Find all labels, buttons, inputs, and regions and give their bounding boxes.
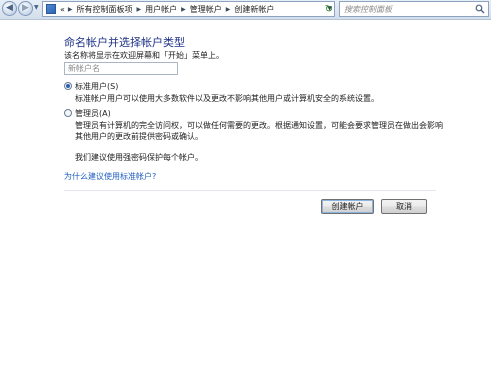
create-account-button[interactable]: 创建帐户 [321,199,374,214]
breadcrumb-manage-accounts[interactable]: 管理帐户 [190,4,222,15]
administrator-description-line2: 其他用户的更改前提供密码或确认。 [75,132,203,141]
chevron-right-icon[interactable]: ▶ [137,6,142,13]
standard-user-radio[interactable] [64,82,72,90]
breadcrumb-all-control-panel-items[interactable]: 所有控制面板项 [77,4,133,15]
chevron-right-icon: ▶ [67,6,73,13]
refresh-button[interactable]: ↻ [322,1,336,17]
back-arrow-icon: ◀ [6,3,13,13]
name-hint-text: 该名称将显示在欢迎屏幕和「开始」菜单上。 [64,51,224,60]
breadcrumb-overflow[interactable]: « [60,5,65,14]
forward-button[interactable]: ▶ [18,1,33,16]
search-icon[interactable] [475,4,485,14]
chevron-right-icon[interactable]: ▶ [181,6,186,13]
forward-arrow-icon: ▶ [22,3,29,13]
breadcrumb: « ▶ 所有控制面板项 ▶ 用户帐户 ▶ 管理帐户 ▶ 创建新帐户 [60,4,274,15]
why-standard-account-link[interactable]: 为什么建议使用标准帐户? [64,171,156,182]
navigation-bar: ◀ ▶ ▼ « ▶ 所有控制面板项 ▶ 用户帐户 ▶ 管理帐户 ▶ 创建新帐户 … [0,0,491,20]
chevron-right-icon[interactable]: ▶ [226,6,231,13]
control-panel-icon [46,4,56,14]
standard-user-description: 标准帐户用户可以使用大多数软件以及更改不影响其他用户或计算机安全的系统设置。 [75,94,379,103]
administrator-description-line1: 管理员有计算机的完全访问权，可以做任何需要的更改。根据通知设置，可能会要求管理员… [75,121,443,130]
password-recommendation: 我们建议使用强密码保护每个帐户。 [75,153,203,162]
breadcrumb-create-new-account[interactable]: 创建新帐户 [234,4,274,15]
administrator-radio[interactable] [64,109,72,117]
create-account-window: ◀ ▶ ▼ « ▶ 所有控制面板项 ▶ 用户帐户 ▶ 管理帐户 ▶ 创建新帐户 … [0,0,491,373]
divider [64,190,436,191]
standard-user-label[interactable]: 标准用户(S) [75,81,118,92]
back-button[interactable]: ◀ [2,1,17,16]
address-bar[interactable]: « ▶ 所有控制面板项 ▶ 用户帐户 ▶ 管理帐户 ▶ 创建新帐户 ▼ [42,1,335,17]
cancel-button[interactable]: 取消 [381,199,427,214]
refresh-icon: ↻ [324,3,334,15]
administrator-label[interactable]: 管理员(A) [75,108,111,119]
breadcrumb-user-accounts[interactable]: 用户帐户 [145,4,177,15]
search-input[interactable] [342,3,474,15]
account-name-field[interactable] [64,62,178,75]
search-box [339,1,489,17]
recent-pages-dropdown-icon[interactable]: ▼ [34,4,39,11]
page-title: 命名帐户并选择帐户类型 [64,36,185,49]
